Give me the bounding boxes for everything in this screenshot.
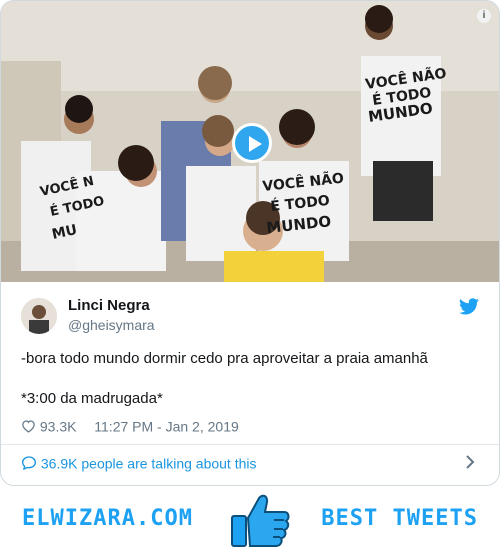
chevron-right-icon <box>466 455 475 469</box>
twitter-bird-icon[interactable] <box>459 298 479 315</box>
site-brand: ELWIZARA.COM <box>22 506 193 531</box>
promo-footer: ELWIZARA.COM BEST TWEETS <box>0 487 500 555</box>
tweet-author: Linci Negra @gheisymara <box>21 297 481 338</box>
comment-icon <box>21 456 37 471</box>
tweet-text: -bora todo mundo dormir cedo pra aprovei… <box>21 349 481 409</box>
best-tweets-label: BEST TWEETS <box>321 506 478 531</box>
tweet-meta: 93.3K 11:27 PM - Jan 2, 2019 <box>21 417 239 435</box>
video-thumbnail[interactable]: VOCÊ NÃO É TODO MUNDO VOCÊ NÃO É TODO MU… <box>1 1 499 282</box>
conversation-link[interactable]: 36.9K people are talking about this <box>21 454 481 476</box>
like-count[interactable]: 93.3K <box>40 418 77 434</box>
divider <box>1 444 499 445</box>
tweet-text-line: *3:00 da madrugada* <box>21 390 163 407</box>
thumbs-up-icon <box>231 494 290 547</box>
avatar-image <box>21 298 57 334</box>
author-handle[interactable]: @gheisymara <box>68 317 155 333</box>
info-icon[interactable]: i <box>477 9 491 23</box>
avatar[interactable] <box>21 298 57 334</box>
author-name[interactable]: Linci Negra <box>68 297 150 314</box>
conversation-text: 36.9K people are talking about this <box>40 455 257 472</box>
play-button[interactable] <box>232 123 272 163</box>
heart-icon[interactable] <box>21 419 36 433</box>
tweet-timestamp[interactable]: 11:27 PM - Jan 2, 2019 <box>94 418 239 434</box>
tweet-text-line: -bora todo mundo dormir cedo pra aprovei… <box>21 350 428 367</box>
tweet-card: VOCÊ NÃO É TODO MUNDO VOCÊ NÃO É TODO MU… <box>0 0 500 486</box>
play-icon <box>249 136 262 152</box>
